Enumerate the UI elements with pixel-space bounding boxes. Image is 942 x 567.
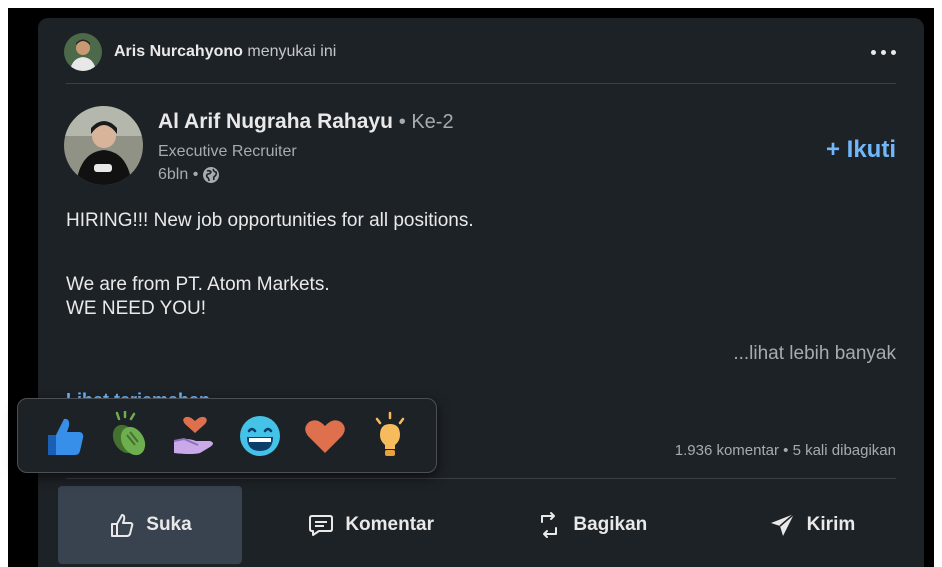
post-actions-bar: Suka Komentar Bagikan Kirim: [58, 486, 904, 564]
send-icon: [770, 513, 795, 536]
repost-button[interactable]: Bagikan: [499, 486, 683, 564]
post-stats[interactable]: 1.936 komentar • 5 kali dibagikan: [675, 442, 896, 459]
liker-text: Aris Nurcahyono menyukai ini: [114, 43, 336, 61]
post-time: 6bln •: [158, 166, 199, 183]
repost-icon: [541, 512, 558, 538]
author-avatar[interactable]: [64, 106, 143, 185]
reaction-celebrate-icon[interactable]: [104, 410, 156, 462]
post-text-line: HIRING!!! New job opportunities for all …: [66, 210, 474, 231]
post-text-line: We are from PT. Atom Markets.: [66, 274, 330, 295]
liker-action: menyukai ini: [247, 43, 337, 60]
see-more-link[interactable]: ...lihat lebih banyak: [733, 343, 896, 365]
follow-button[interactable]: + Ikuti: [826, 136, 896, 164]
reaction-like-icon[interactable]: [39, 410, 91, 462]
globe-icon: [203, 167, 220, 183]
reaction-support-icon[interactable]: [169, 410, 221, 462]
actions-divider: [66, 478, 896, 479]
comment-button[interactable]: Komentar: [279, 486, 463, 564]
repost-label: Bagikan: [573, 514, 648, 535]
comment-label: Komentar: [345, 514, 434, 535]
reaction-funny-icon[interactable]: [234, 410, 286, 462]
comment-icon: [309, 515, 334, 536]
liker-name[interactable]: Aris Nurcahyono: [114, 43, 243, 60]
more-options-icon[interactable]: [856, 32, 896, 72]
feed-post-card: Aris Nurcahyono menyukai ini Al Arif Nug…: [38, 18, 924, 567]
reaction-insightful-icon[interactable]: [364, 410, 416, 462]
like-button[interactable]: Suka: [58, 486, 242, 564]
reactions-menu: [17, 398, 437, 473]
reaction-love-icon[interactable]: [299, 410, 351, 462]
send-button[interactable]: Kirim: [720, 486, 904, 564]
social-activity-header: Aris Nurcahyono menyukai ini: [64, 32, 896, 72]
post-text-line: WE NEED YOU!: [66, 298, 207, 319]
author-headline: Executive Recruiter: [158, 143, 297, 160]
thumbs-up-outline-icon: [111, 514, 134, 537]
connection-degree: • Ke-2: [398, 111, 454, 133]
send-label: Kirim: [806, 514, 856, 535]
author-name-line[interactable]: Al Arif Nugraha Rahayu • Ke-2: [158, 110, 454, 134]
header-divider: [66, 83, 896, 84]
liker-avatar[interactable]: [64, 33, 102, 71]
author-name[interactable]: Al Arif Nugraha Rahayu: [158, 110, 393, 133]
like-label: Suka: [146, 514, 192, 535]
post-meta: 6bln •: [158, 166, 220, 184]
